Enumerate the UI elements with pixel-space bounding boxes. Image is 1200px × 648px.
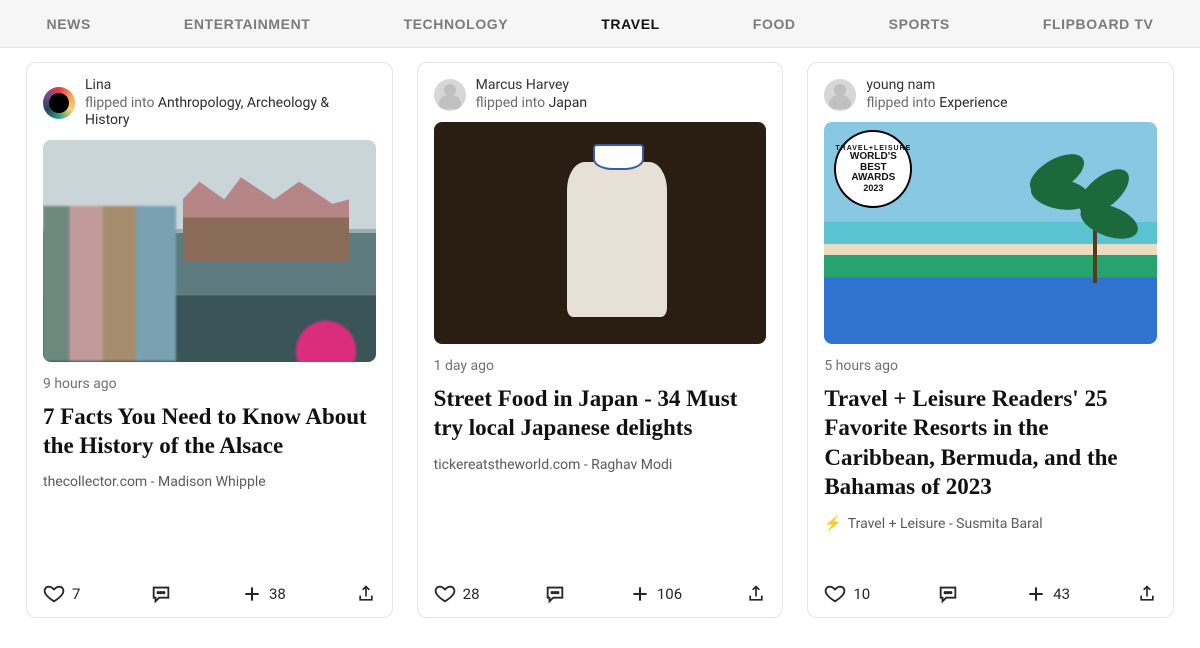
nav-sports[interactable]: SPORTS: [889, 16, 950, 32]
action-bar: 7 38: [43, 583, 376, 605]
share-button[interactable]: [746, 584, 766, 604]
story-source[interactable]: ⚡ Travel + Leisure - Susmita Baral: [824, 516, 1157, 532]
author-row[interactable]: Lina flipped into Anthropology, Archeolo…: [43, 77, 376, 130]
story-card[interactable]: young nam flipped into Experience TRAVEL…: [807, 62, 1174, 618]
card-grid: Lina flipped into Anthropology, Archeolo…: [0, 48, 1200, 638]
story-source[interactable]: tickereatstheworld.com - Raghav Modi: [434, 457, 767, 473]
timestamp: 5 hours ago: [824, 358, 1157, 374]
timestamp: 1 day ago: [434, 358, 767, 374]
story-title[interactable]: Street Food in Japan - 34 Must try local…: [434, 384, 767, 443]
story-title[interactable]: 7 Facts You Need to Know About the Histo…: [43, 402, 376, 461]
nav-flipboard-tv[interactable]: FLIPBOARD TV: [1043, 16, 1154, 32]
share-icon: [1137, 584, 1157, 604]
flipped-into[interactable]: flipped into Anthropology, Archeology & …: [85, 95, 376, 130]
action-bar: 28 106: [434, 583, 767, 605]
author-row[interactable]: Marcus Harvey flipped into Japan: [434, 77, 767, 112]
flipped-into[interactable]: flipped into Experience: [866, 95, 1007, 113]
avatar[interactable]: [824, 79, 856, 111]
like-button[interactable]: 10: [824, 583, 870, 605]
award-badge: TRAVEL+LEISURE WORLD'S BEST AWARDS 2023: [834, 130, 912, 208]
plus-icon: [1026, 584, 1046, 604]
author-name: Lina: [85, 77, 376, 95]
action-bar: 10 43: [824, 583, 1157, 605]
share-icon: [746, 584, 766, 604]
nav-news[interactable]: NEWS: [47, 16, 91, 32]
nav-entertainment[interactable]: ENTERTAINMENT: [184, 16, 311, 32]
like-count: 10: [853, 585, 870, 603]
story-title[interactable]: Travel + Leisure Readers' 25 Favorite Re…: [824, 384, 1157, 502]
nav-food[interactable]: FOOD: [753, 16, 796, 32]
share-button[interactable]: [1137, 584, 1157, 604]
story-image[interactable]: [434, 122, 767, 344]
flip-button[interactable]: 106: [630, 584, 682, 604]
timestamp: 9 hours ago: [43, 376, 376, 392]
heart-icon: [434, 583, 456, 605]
avatar[interactable]: [434, 79, 466, 111]
share-button[interactable]: [356, 584, 376, 604]
share-icon: [356, 584, 376, 604]
heart-icon: [43, 583, 65, 605]
comment-icon: [937, 583, 959, 605]
flipped-into[interactable]: flipped into Japan: [476, 95, 587, 113]
plus-icon: [630, 584, 650, 604]
like-count: 7: [72, 585, 80, 603]
like-button[interactable]: 28: [434, 583, 480, 605]
comment-button[interactable]: [937, 583, 959, 605]
author-name: young nam: [866, 77, 1007, 95]
nav-travel[interactable]: TRAVEL: [601, 16, 660, 32]
story-source[interactable]: thecollector.com - Madison Whipple: [43, 474, 376, 490]
flip-button[interactable]: 38: [242, 584, 286, 604]
magazine-name: Japan: [549, 95, 588, 111]
story-image[interactable]: [43, 140, 376, 362]
comment-button[interactable]: [544, 583, 566, 605]
story-card[interactable]: Marcus Harvey flipped into Japan 1 day a…: [417, 62, 784, 618]
flip-count: 43: [1053, 585, 1070, 603]
avatar[interactable]: [43, 87, 75, 119]
flip-button[interactable]: 43: [1026, 584, 1070, 604]
nav-technology[interactable]: TECHNOLOGY: [403, 16, 508, 32]
comment-icon: [544, 583, 566, 605]
flip-count: 38: [269, 585, 286, 603]
magazine-name: Experience: [939, 95, 1007, 111]
like-button[interactable]: 7: [43, 583, 80, 605]
topic-navbar: NEWS ENTERTAINMENT TECHNOLOGY TRAVEL FOO…: [0, 0, 1200, 48]
like-count: 28: [463, 585, 480, 603]
story-image[interactable]: TRAVEL+LEISURE WORLD'S BEST AWARDS 2023: [824, 122, 1157, 344]
flip-count: 106: [657, 585, 682, 603]
comment-button[interactable]: [150, 583, 172, 605]
plus-icon: [242, 584, 262, 604]
comment-icon: [150, 583, 172, 605]
story-card[interactable]: Lina flipped into Anthropology, Archeolo…: [26, 62, 393, 618]
heart-icon: [824, 583, 846, 605]
bolt-icon: ⚡: [824, 516, 841, 532]
author-name: Marcus Harvey: [476, 77, 587, 95]
author-row[interactable]: young nam flipped into Experience: [824, 77, 1157, 112]
